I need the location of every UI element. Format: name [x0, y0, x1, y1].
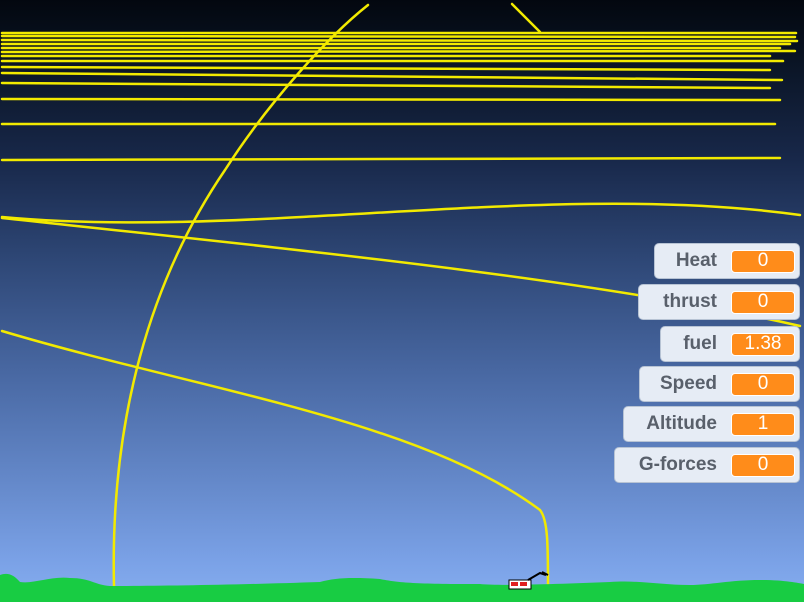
trajectory-line: [0, 156, 782, 162]
fuel-label: fuel: [683, 333, 717, 354]
g-forces-monitor[interactable]: G-forces 0: [614, 447, 800, 483]
trajectory-line: [0, 34, 797, 39]
trajectory-line: [0, 49, 797, 54]
speed-monitor[interactable]: Speed 0: [639, 366, 800, 402]
speed-value: 0: [731, 372, 795, 396]
altitude-label: Altitude: [646, 413, 717, 434]
trajectory-line: [0, 38, 799, 43]
g-forces-label: G-forces: [638, 454, 717, 475]
heat-value: 0: [731, 249, 795, 273]
altitude-monitor[interactable]: Altitude 1: [623, 406, 800, 442]
speed-label: Speed: [659, 373, 717, 394]
g-forces-value: 0: [731, 453, 795, 477]
game-stage[interactable]: Heat 0 thrust 0 fuel 1.38 Speed 0 Altitu…: [0, 0, 804, 602]
heat-monitor[interactable]: Heat 0: [654, 243, 800, 279]
trajectory-line: [112, 3, 370, 588]
fuel-monitor[interactable]: fuel 1.38: [660, 326, 800, 362]
heat-label: Heat: [675, 250, 717, 271]
thrust-monitor[interactable]: thrust 0: [638, 284, 800, 320]
trajectory-line: [0, 202, 802, 224]
trajectory-line: [510, 2, 542, 34]
altitude-value: 1: [731, 412, 795, 436]
trajectory-line: [0, 71, 784, 82]
trajectory-line: [0, 81, 772, 90]
thrust-label: thrust: [663, 291, 717, 312]
trajectory-line: [0, 65, 772, 72]
thrust-value: 0: [731, 290, 795, 314]
trajectory-line: [0, 97, 782, 102]
trajectory-line: [0, 329, 550, 592]
variable-monitors: Heat 0 thrust 0 fuel 1.38 Speed 0 Altitu…: [612, 243, 802, 493]
fuel-value: 1.38: [731, 332, 795, 356]
ground: [0, 573, 804, 602]
